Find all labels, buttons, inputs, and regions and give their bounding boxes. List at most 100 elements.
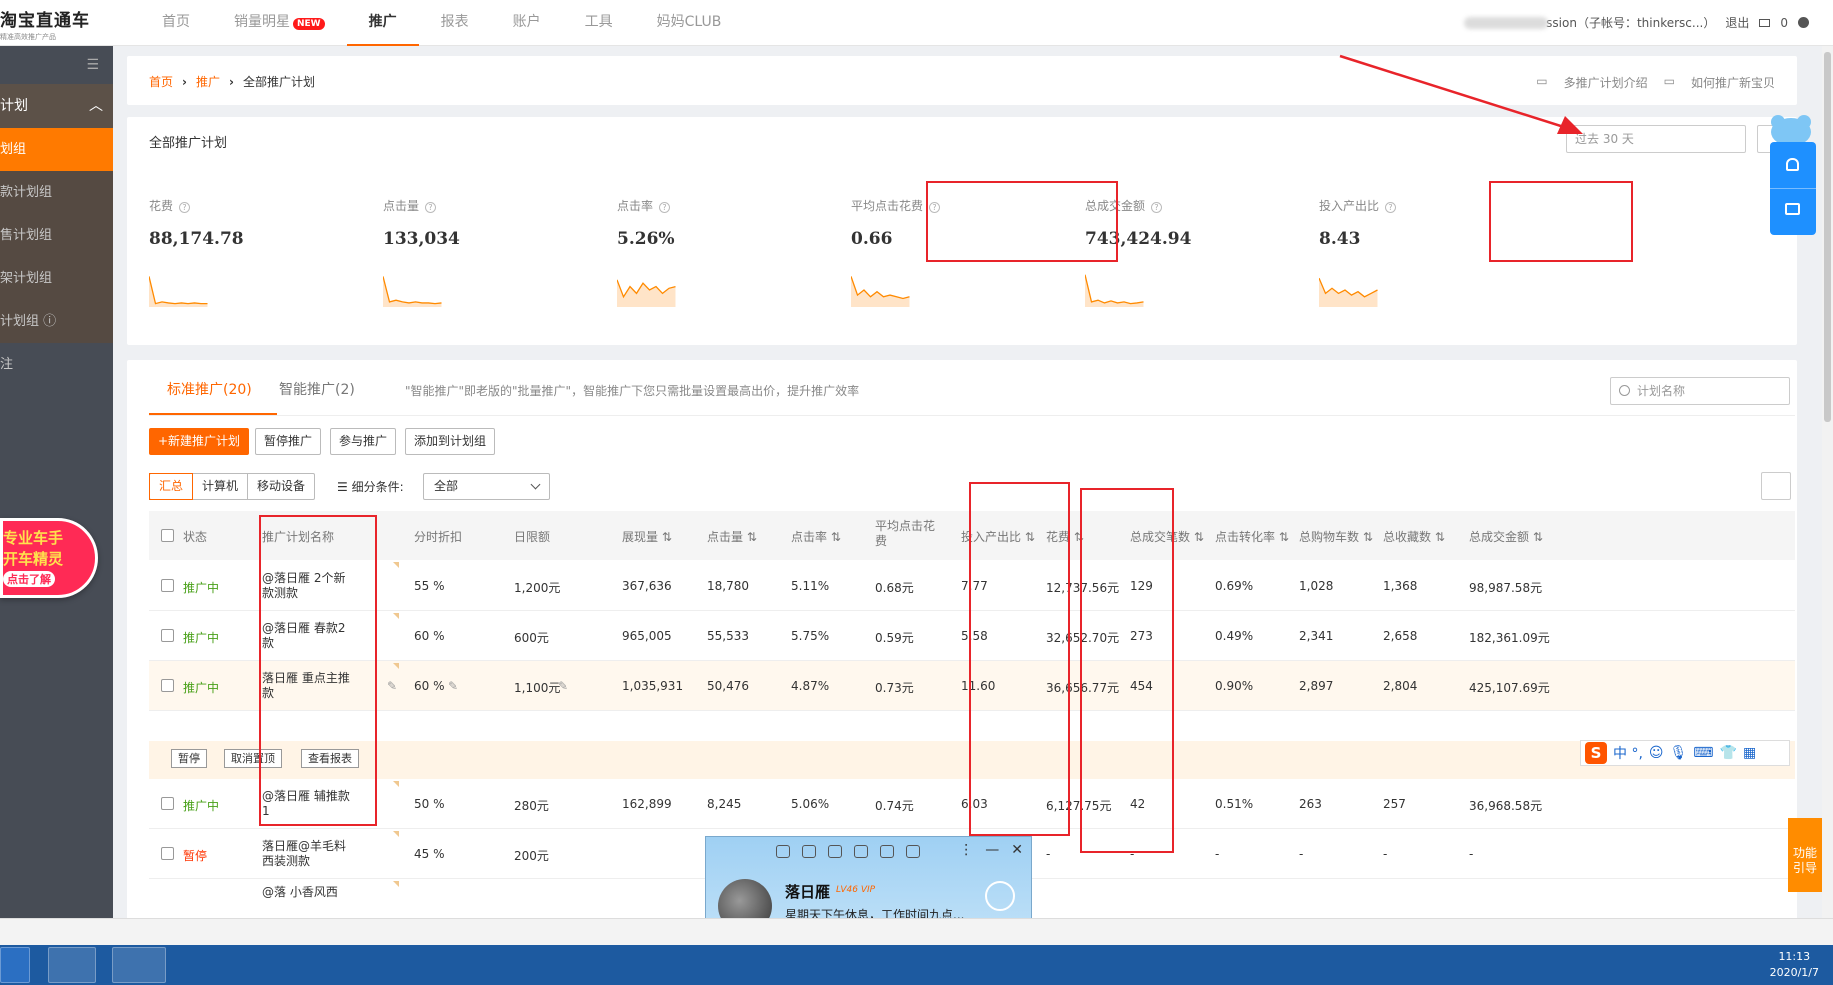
row-checkbox[interactable]	[161, 629, 174, 642]
sidebar-item-hot-group[interactable]: 款计划组	[0, 171, 113, 214]
table-row[interactable]: 推广中 落日雁 重点主推款 60 % 1,100元 1,035,931 50,476 4.8…	[149, 661, 1795, 711]
qq-home-icon[interactable]	[880, 845, 894, 858]
cell-discount[interactable]: 60 %	[414, 629, 445, 643]
menu-dots-icon[interactable]: ⋮	[959, 842, 973, 858]
qq-camera-icon[interactable]	[828, 845, 842, 858]
sidebar-collapse-icon[interactable]: ☰	[0, 46, 113, 84]
logo[interactable]: 淘宝直通车 精准高效推广产品	[0, 6, 120, 41]
nav-promotion[interactable]: 推广	[346, 0, 419, 46]
cell-limit[interactable]: 280元	[514, 797, 549, 814]
table-row[interactable]: 推广中 @落日雁 春款2款 60 % 600元 965,005 55,533 5.75% 0.…	[149, 611, 1795, 661]
column-header-10[interactable]: 总成交笔数 ⇅	[1130, 528, 1204, 545]
row-checkbox[interactable]	[161, 679, 174, 692]
device-mobile[interactable]: 移动设备	[248, 474, 314, 499]
column-header-6[interactable]: 点击率 ⇅	[791, 528, 841, 545]
grid-icon[interactable]: ▦	[1743, 745, 1756, 761]
sidebar-item-custom-group[interactable]: 计划组 ⓘ	[0, 300, 113, 343]
row-checkbox[interactable]	[161, 579, 174, 592]
column-header-7[interactable]: 平均点击花费	[875, 519, 945, 549]
nav-sales-star[interactable]: 销量明星 NEW	[212, 0, 347, 46]
wps-icon[interactable]	[0, 947, 30, 983]
weather-icon[interactable]	[985, 881, 1015, 911]
cell-discount[interactable]: 45 %	[414, 847, 445, 861]
table-settings-button[interactable]	[1761, 472, 1791, 500]
column-header-12[interactable]: 总购物车数 ⇅	[1299, 528, 1373, 545]
cell-limit[interactable]: 1,200元	[514, 579, 560, 596]
help-icon[interactable]: ?	[659, 202, 671, 213]
cell-discount[interactable]: 60 %	[414, 679, 445, 693]
column-header-5[interactable]: 点击量 ⇅	[707, 528, 757, 545]
row-checkbox[interactable]	[161, 847, 174, 860]
device-pc[interactable]: 计算机	[193, 474, 249, 499]
help-icon[interactable]: ?	[1151, 202, 1163, 213]
promo-banner[interactable]: 专业车手 开车精灵 点击了解	[0, 518, 98, 598]
mail-icon[interactable]	[1759, 18, 1771, 27]
scrollbar-thumb[interactable]	[1824, 52, 1831, 422]
emoji-icon[interactable]: ☺	[1649, 745, 1664, 761]
keyboard-icon[interactable]: ⌨	[1693, 745, 1713, 761]
logout-link[interactable]: 退出	[1725, 14, 1749, 31]
browser-icon[interactable]	[48, 947, 96, 983]
nav-mama-club[interactable]: 妈妈CLUB	[635, 0, 744, 46]
row-checkbox[interactable]	[161, 797, 174, 810]
help-icon[interactable]: ?	[1385, 202, 1397, 213]
taskbar-clock[interactable]: 11:13 2020/1/7	[1770, 949, 1819, 981]
qq-star-icon[interactable]	[776, 845, 790, 858]
edit-icon[interactable]: ✎	[387, 679, 397, 693]
tab-smart[interactable]: 智能推广(2)	[279, 379, 355, 399]
nav-tools[interactable]: 工具	[563, 0, 635, 46]
ime-toolbar[interactable]: S 中 °, ☺ 🎙 ⌨ 👕 ▦	[1580, 740, 1790, 766]
cell-name[interactable]: @落 小香风西	[262, 885, 352, 900]
add-to-group-button[interactable]: 添加到计划组	[405, 428, 496, 455]
new-plan-button[interactable]: +新建推广计划	[149, 428, 250, 455]
table-row[interactable]: 推广中 @落日雁 辅推款1 50 % 280元 162,899 8,245 5.06% 0.7…	[149, 779, 1795, 829]
sidebar-item-plan-group[interactable]: 划组	[0, 128, 113, 171]
page-scrollbar[interactable]	[1822, 46, 1833, 945]
cell-name[interactable]: @落日雁 辅推款1	[262, 789, 352, 819]
column-header-9[interactable]: 花费 ⇅	[1046, 528, 1084, 545]
cell-name[interactable]: @落日雁 春款2款	[262, 621, 352, 651]
column-header-2[interactable]: 分时折扣	[414, 528, 462, 545]
breadcrumb-promotion[interactable]: 推广	[196, 75, 220, 89]
cell-limit[interactable]: 1,100元	[514, 679, 560, 696]
minimize-icon[interactable]: —	[985, 842, 999, 858]
column-header-8[interactable]: 投入产出比 ⇅	[961, 528, 1035, 545]
nav-home[interactable]: 首页	[140, 0, 212, 46]
tab-standard[interactable]: 标准推广(20)	[167, 379, 252, 399]
column-header-3[interactable]: 日限额	[514, 528, 550, 545]
qq-shirt-icon[interactable]	[802, 845, 816, 858]
chat-icon[interactable]	[1785, 203, 1800, 215]
cell-discount[interactable]: 50 %	[414, 797, 445, 811]
cell-name[interactable]: 落日雁 重点主推款	[262, 671, 352, 701]
close-icon[interactable]: ✕	[1011, 842, 1023, 858]
nav-reports[interactable]: 报表	[419, 0, 491, 46]
row-unpin-button[interactable]: 取消置顶	[224, 749, 282, 768]
sidebar-item-new-group[interactable]: 架计划组	[0, 257, 113, 300]
cell-name[interactable]: 落日雁@羊毛料西装测款	[262, 839, 352, 869]
row-pause-button[interactable]: 暂停	[171, 749, 207, 768]
sidebar-item-notes[interactable]: 注	[0, 343, 113, 386]
help-icon[interactable]: ?	[179, 202, 191, 213]
nav-account[interactable]: 账户	[491, 0, 563, 46]
help-link-new-item[interactable]: 如何推广新宝贝	[1691, 74, 1775, 91]
column-header-11[interactable]: 点击转化率 ⇅	[1215, 528, 1289, 545]
help-icon[interactable]: ?	[929, 202, 941, 213]
feature-guide-button[interactable]: 功能引导	[1788, 818, 1822, 892]
row-report-button[interactable]: 查看报表	[301, 749, 359, 768]
cell-discount[interactable]: 55 %	[414, 579, 445, 593]
column-header-13[interactable]: 总收藏数 ⇅	[1383, 528, 1445, 545]
column-header-0[interactable]: 状态	[183, 528, 207, 545]
column-header-4[interactable]: 展现量 ⇅	[622, 528, 672, 545]
edit-icon[interactable]: ✎	[558, 679, 568, 693]
sidebar-item-sale-group[interactable]: 售计划组	[0, 214, 113, 257]
help-icon[interactable]: ?	[425, 202, 437, 213]
message-icon[interactable]	[1798, 17, 1809, 28]
edit-icon[interactable]: ✎	[448, 679, 458, 693]
column-header-14[interactable]: 总成交金额 ⇅	[1469, 528, 1543, 545]
wechat-icon[interactable]	[112, 947, 166, 983]
mic-icon[interactable]: 🎙	[1670, 745, 1688, 761]
pause-button[interactable]: 暂停推广	[255, 428, 322, 455]
plan-search-input[interactable]: 计划名称	[1610, 377, 1790, 405]
cell-limit[interactable]: 200元	[514, 847, 549, 864]
device-all[interactable]: 汇总	[149, 473, 194, 500]
